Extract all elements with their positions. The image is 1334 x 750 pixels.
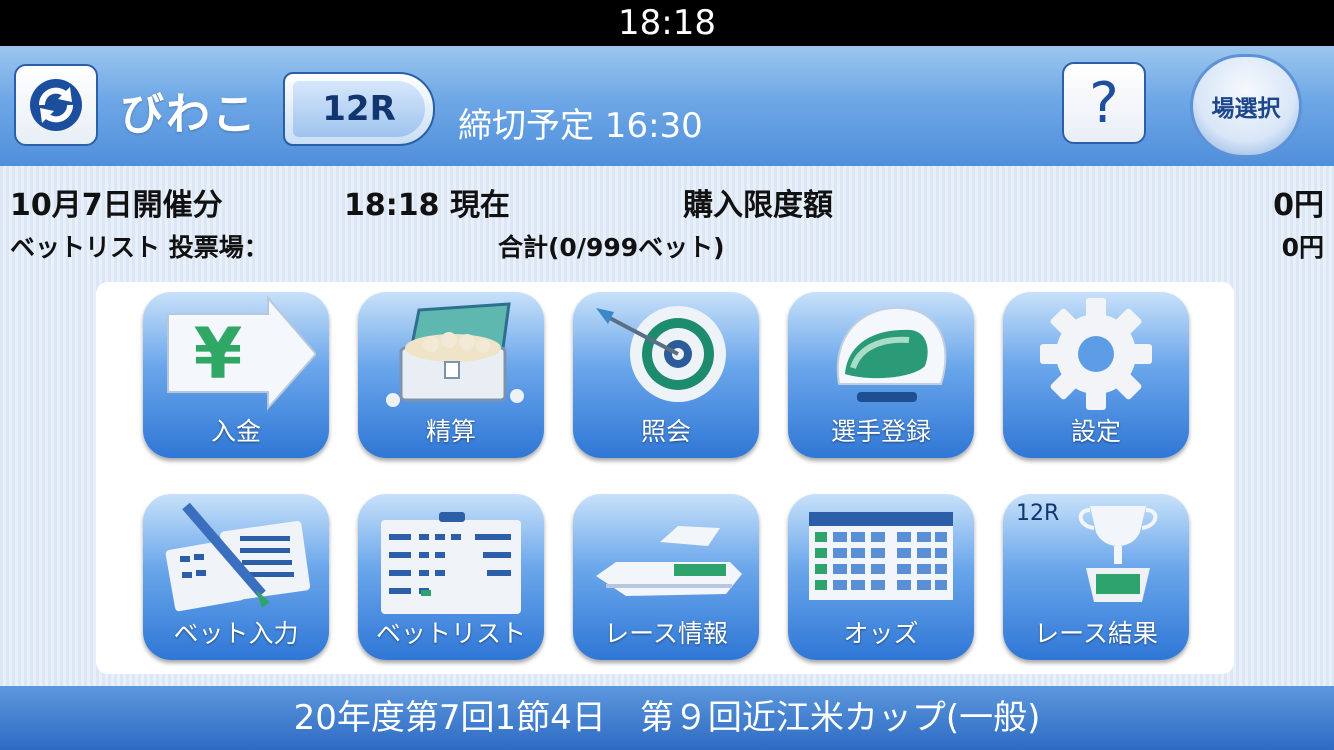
- race-number-badge[interactable]: 12R: [283, 72, 435, 146]
- betlist-label: ベットリスト 投票場：: [10, 233, 269, 262]
- purchase-limit-label: 購入限度額: [683, 188, 833, 223]
- race-result-race-number: 12R: [1016, 501, 1059, 526]
- boat-icon: [596, 526, 742, 596]
- footer-event-banner: 20年度第7回1節4日 第９回近江米カップ(一般): [0, 686, 1334, 750]
- current-time: 18:18 現在: [344, 188, 510, 223]
- yen-arrow-icon: ¥: [167, 296, 316, 411]
- settlement-label: 精算: [425, 417, 476, 446]
- gear-icon: [1040, 298, 1152, 410]
- help-button[interactable]: ?: [1062, 62, 1146, 144]
- race-info-label: レース情報: [604, 619, 728, 648]
- inquiry-label: 照会: [640, 417, 691, 446]
- total-label: 合計(0/999ベット): [498, 233, 725, 262]
- svg-text:¥: ¥: [194, 313, 243, 395]
- odds-label: オッズ: [843, 619, 919, 648]
- race-info-button[interactable]: レース情報: [573, 494, 759, 660]
- bet-list-label: ベットリスト: [375, 619, 526, 648]
- status-bar: 18:18: [0, 0, 1334, 46]
- status-time: 18:18: [618, 3, 716, 43]
- bet-form-pencil-icon: [165, 502, 311, 612]
- venue-select-button[interactable]: 場選択: [1190, 54, 1302, 158]
- session-date: 10月7日開催分: [10, 188, 223, 223]
- race-result-button[interactable]: 12R レース結果: [1003, 494, 1189, 660]
- settings-button[interactable]: 設定: [1003, 292, 1189, 458]
- race-result-label: レース結果: [1034, 619, 1158, 648]
- helmet-icon: [836, 306, 947, 402]
- bet-list-button[interactable]: ベットリスト: [358, 494, 544, 660]
- total-value: 0円: [1281, 233, 1324, 262]
- venue-name: びわこ: [120, 89, 258, 140]
- deposit-button[interactable]: ¥ 入金: [143, 292, 329, 458]
- settings-label: 設定: [1070, 417, 1121, 446]
- menu-panel: ¥ 入金 精算 照会 選手登録 設定 ベット入力 ベットリスト レース情報 オッ…: [96, 282, 1234, 674]
- clipboard-list-icon: [381, 512, 521, 614]
- target-icon: [596, 306, 726, 402]
- event-title: 20年度第7回1節4日 第９回近江米カップ(一般): [293, 698, 1041, 738]
- odds-button[interactable]: オッズ: [788, 494, 974, 660]
- deposit-label: 入金: [210, 417, 261, 446]
- treasure-chest-icon: [386, 302, 524, 407]
- bet-input-button[interactable]: ベット入力: [143, 494, 329, 660]
- header: びわこ 12R 締切予定 16:30 ? 場選択: [0, 46, 1334, 166]
- refresh-button[interactable]: [14, 64, 98, 146]
- bet-input-label: ベット入力: [173, 619, 299, 648]
- refresh-icon: [30, 79, 82, 131]
- trophy-icon: 12R: [1016, 501, 1158, 602]
- inquiry-button[interactable]: 照会: [573, 292, 759, 458]
- deadline-time: 締切予定 16:30: [458, 106, 703, 146]
- player-registration-label: 選手登録: [830, 417, 931, 446]
- settlement-button[interactable]: 精算: [358, 292, 544, 458]
- info-panel: 10月7日開催分 18:18 現在 購入限度額 0円 ベットリスト 投票場： 合…: [0, 166, 1334, 278]
- main-area: ¥ 入金 精算 照会 選手登録 設定 ベット入力 ベットリスト レース情報 オッ…: [0, 278, 1334, 686]
- race-number: 12R: [293, 81, 425, 137]
- player-registration-button[interactable]: 選手登録: [788, 292, 974, 458]
- venue-select-label: 場選択: [1211, 96, 1281, 122]
- purchase-limit-value: 0円: [1273, 188, 1324, 223]
- odds-table-icon: [809, 512, 953, 600]
